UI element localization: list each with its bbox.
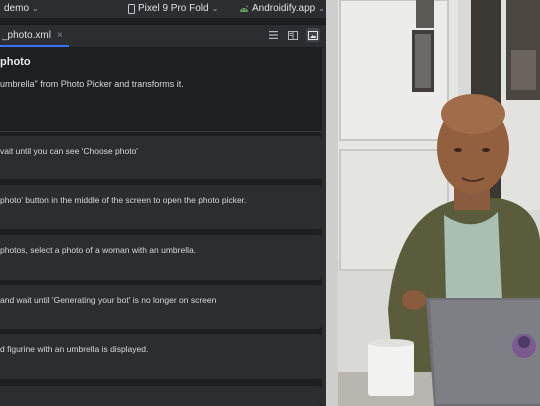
- tab-label: _photo.xml: [2, 29, 51, 41]
- chevron-down-icon: ⌄: [318, 4, 325, 13]
- step-text: vait until you can see 'Choose photo': [0, 146, 138, 156]
- project-label: demo: [4, 3, 30, 14]
- android-app-icon: [240, 5, 249, 12]
- run-toolbar: demo ⌄ Pixel 9 Pro Fold ⌄ Androidify.app…: [0, 0, 326, 18]
- close-icon[interactable]: ×: [57, 30, 63, 41]
- step-card: photo' button in the middle of the scree…: [0, 185, 322, 229]
- chevron-down-icon: ⌄: [211, 4, 219, 13]
- phone-device-icon: [128, 3, 135, 14]
- run-config-label: Androidify.app: [252, 3, 316, 14]
- step-card: and wait until 'Generating your bot' is …: [0, 285, 322, 329]
- device-label: Pixel 9 Pro Fold: [138, 3, 209, 14]
- step-card: [0, 386, 322, 406]
- divider: [0, 131, 322, 132]
- step-card: photos, select a photo of a woman with a…: [0, 235, 322, 280]
- step-text: photo' button in the middle of the scree…: [0, 195, 247, 205]
- list-view-icon[interactable]: [266, 28, 280, 42]
- document-intro: umbrella" from Photo Picker and transfor…: [0, 79, 184, 89]
- device-selector[interactable]: Pixel 9 Pro Fold ⌄: [128, 3, 218, 14]
- chevron-down-icon: ⌄: [32, 4, 39, 13]
- step-text: and wait until 'Generating your bot' is …: [0, 295, 217, 305]
- tab-photo-xml[interactable]: _photo.xml ×: [0, 25, 69, 47]
- split-view-icon[interactable]: [286, 28, 300, 42]
- presenter-illustration: [338, 0, 540, 406]
- markdown-preview: photo umbrella" from Photo Picker and tr…: [0, 47, 326, 406]
- document-heading: photo: [0, 56, 31, 68]
- step-card: d figurine with an umbrella is displayed…: [0, 334, 322, 379]
- editor-tabs: _photo.xml ×: [0, 24, 326, 48]
- step-text: d figurine with an umbrella is displayed…: [0, 344, 149, 354]
- step-text: photos, select a photo of a woman with a…: [0, 245, 197, 255]
- ide-window: demo ⌄ Pixel 9 Pro Fold ⌄ Androidify.app…: [0, 0, 326, 406]
- run-config-selector[interactable]: Androidify.app ⌄: [239, 3, 325, 14]
- presenter-photo: [326, 0, 540, 406]
- step-card: vait until you can see 'Choose photo': [0, 136, 322, 179]
- preview-view-icon[interactable]: [306, 28, 320, 42]
- editor-view-switcher: [266, 28, 320, 42]
- project-selector[interactable]: demo ⌄: [4, 3, 39, 14]
